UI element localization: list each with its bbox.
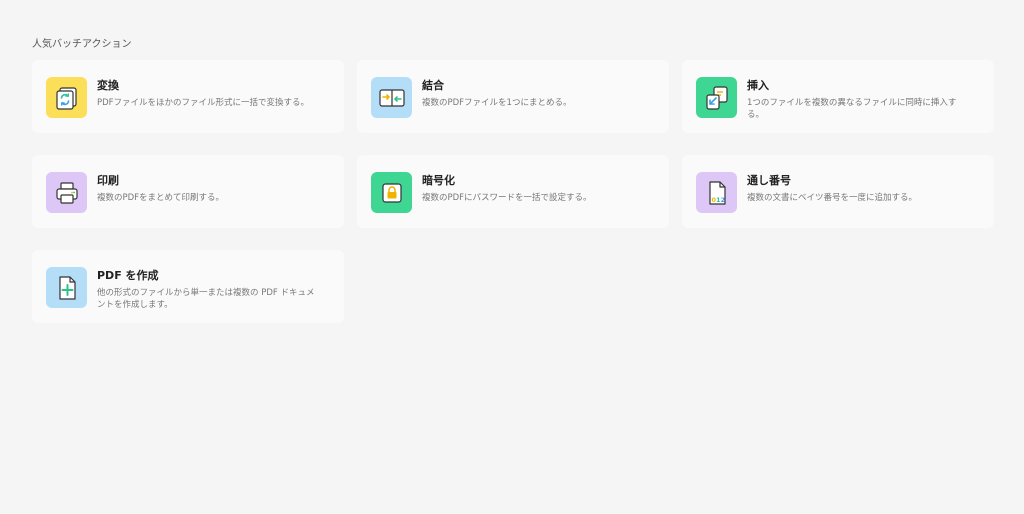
- action-card-create-pdf[interactable]: PDF を作成 他の形式のファイルから単一または複数の PDF ドキュメントを作…: [32, 250, 344, 323]
- bates-number-icon: 012: [696, 172, 737, 213]
- card-description: 1つのファイルを複数の異なるファイルに同時に挿入する。: [747, 98, 957, 120]
- card-description: 複数のPDFをまとめて印刷する。: [97, 193, 225, 203]
- action-card-merge[interactable]: 結合 複数のPDFファイルを1つにまとめる。: [357, 60, 669, 133]
- card-title: 通し番号: [747, 174, 791, 187]
- bates-number-text: 012: [711, 196, 725, 204]
- batch-actions-grid: 変換 PDFファイルをほかのファイル形式に一括で変換する。 結合 複数のPDFフ…: [32, 60, 994, 323]
- card-title: PDF を作成: [97, 269, 159, 282]
- action-card-convert[interactable]: 変換 PDFファイルをほかのファイル形式に一括で変換する。: [32, 60, 344, 133]
- card-title: 印刷: [97, 174, 119, 187]
- card-title: 結合: [422, 79, 444, 92]
- section-title: 人気バッチアクション: [32, 39, 132, 50]
- create-pdf-icon: [46, 267, 87, 308]
- action-card-print[interactable]: 印刷 複数のPDFをまとめて印刷する。: [32, 155, 344, 228]
- action-card-insert[interactable]: 挿入 1つのファイルを複数の異なるファイルに同時に挿入する。: [682, 60, 994, 133]
- card-description: 複数のPDFファイルを1つにまとめる。: [422, 98, 572, 108]
- insert-icon: [696, 77, 737, 118]
- action-card-encrypt[interactable]: 暗号化 複数のPDFにパスワードを一括で設定する。: [357, 155, 669, 228]
- card-description: 複数の文書にベイツ番号を一度に追加する。: [747, 193, 918, 203]
- lock-icon: [371, 172, 412, 213]
- merge-icon: [371, 77, 412, 118]
- card-description: 複数のPDFにパスワードを一括で設定する。: [422, 193, 592, 203]
- convert-icon: [46, 77, 87, 118]
- card-description: 他の形式のファイルから単一または複数の PDF ドキュメントを作成します。: [97, 288, 315, 310]
- card-title: 挿入: [747, 79, 769, 92]
- action-card-bates-number[interactable]: 012 通し番号 複数の文書にベイツ番号を一度に追加する。: [682, 155, 994, 228]
- printer-icon: [46, 172, 87, 213]
- card-description: PDFファイルをほかのファイル形式に一括で変換する。: [97, 98, 310, 108]
- card-title: 暗号化: [422, 174, 455, 187]
- card-title: 変換: [97, 79, 119, 92]
